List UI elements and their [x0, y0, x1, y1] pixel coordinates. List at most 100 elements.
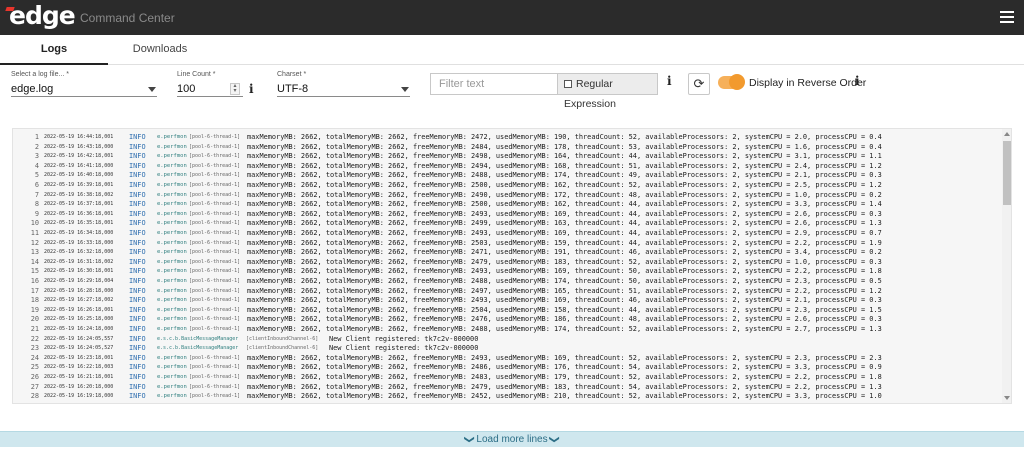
log-timestamp: 2022-05-19 16:34:18,000 [44, 230, 114, 236]
log-line-number: 7 [34, 190, 39, 199]
log-thread: [pool-6-thread-1] [189, 306, 241, 313]
log-thread: [pool-6-thread-1] [189, 230, 241, 236]
log-thread: [pool-6-thread-1] [189, 162, 241, 169]
log-line: 19 2022-05-19 16:26:18,001 INFO e.perfmon [p… [13, 305, 1001, 315]
filter-info-icon[interactable]: i [667, 74, 672, 88]
log-level: INFO [129, 315, 146, 324]
log-thread: [pool-6-thread-1] [189, 297, 241, 304]
log-timestamp: 2022-05-19 16:26:18,001 [44, 306, 114, 313]
log-timestamp: 2022-05-19 16:32:18,000 [44, 249, 114, 256]
regex-checkbox[interactable]: Regular Expression [557, 74, 657, 110]
log-logger: e.perfmon [157, 258, 187, 265]
log-line-number: 26 [30, 373, 39, 381]
log-logger: e.perfmon [157, 134, 187, 140]
log-line: 1 2022-05-19 16:44:18,001 INFO e.perfmon [po… [13, 132, 1001, 142]
log-line: 24 2022-05-19 16:23:18,001 INFO e.perfmon [p… [13, 353, 1001, 363]
log-timestamp: 2022-05-19 16:25:18,000 [44, 316, 114, 323]
log-level: INFO [129, 161, 146, 170]
log-thread: [pool-6-thread-1] [189, 172, 241, 179]
log-message: maxMemoryMB: 2662, totalMemoryMB: 2662, … [247, 325, 882, 333]
scroll-down-icon[interactable] [1004, 396, 1010, 400]
log-line-number: 21 [30, 325, 39, 333]
log-timestamp: 2022-05-19 16:21:18,001 [44, 374, 114, 380]
log-level: INFO [129, 296, 146, 305]
log-message: New Client registered: tk7c2v-000000 [329, 344, 479, 353]
log-level: INFO [129, 305, 146, 314]
refresh-button[interactable]: ⟳ [688, 73, 710, 95]
log-line: 4 2022-05-19 16:41:18,000 INFO e.perfmon [po… [13, 161, 1001, 171]
log-timestamp: 2022-05-19 16:22:18,003 [44, 364, 114, 371]
scroll-up-icon[interactable] [1004, 132, 1010, 136]
log-level: INFO [129, 325, 146, 333]
log-message: maxMemoryMB: 2662, totalMemoryMB: 2662, … [247, 392, 882, 401]
log-thread: [pool-6-thread-1] [189, 268, 241, 275]
log-line-number: 28 [30, 392, 39, 401]
log-logger: e.perfmon [157, 268, 187, 275]
log-level: INFO [129, 238, 146, 247]
log-timestamp: 2022-05-19 16:41:18,000 [44, 162, 114, 169]
log-level: INFO [129, 142, 146, 151]
log-line-number: 10 [30, 219, 39, 228]
log-timestamp: 2022-05-19 16:24:05,527 [44, 345, 114, 352]
log-logger: e.perfmon [157, 172, 187, 179]
log-level: INFO [129, 209, 146, 218]
logo-text: edge [9, 1, 76, 30]
hamburger-menu-icon[interactable] [1000, 11, 1014, 23]
checkbox-icon [564, 80, 572, 88]
log-file-select[interactable]: Select a log file... * edge.log [11, 71, 157, 97]
log-line: 26 2022-05-19 16:21:18,001 INFO e.perfmon [p… [13, 372, 1001, 382]
log-message: maxMemoryMB: 2662, totalMemoryMB: 2662, … [247, 363, 882, 372]
log-line: 12 2022-05-19 16:33:18,000 INFO e.perfmon [p… [13, 238, 1001, 248]
log-message: maxMemoryMB: 2662, totalMemoryMB: 2662, … [247, 133, 882, 141]
app-title: Command Center [80, 11, 175, 25]
log-line: 17 2022-05-19 16:28:18,000 INFO e.perfmon [p… [13, 286, 1001, 296]
log-level: INFO [129, 267, 146, 276]
log-logger: e.perfmon [157, 210, 187, 217]
load-more-button[interactable]: ❯ Load more lines ❯ [0, 431, 1024, 447]
log-line-number: 14 [30, 257, 39, 266]
charset-select[interactable]: Charset * UTF-8 [277, 71, 410, 97]
log-line: 6 2022-05-19 16:39:18,001 INFO e.perfmon [po… [13, 180, 1001, 190]
log-line: 8 2022-05-19 16:37:18,001 INFO e.perfmon [po… [13, 199, 1001, 209]
line-count-stepper[interactable]: ▴ ▾ [230, 83, 240, 95]
tab-logs[interactable]: Logs [0, 35, 108, 65]
log-logger: e.s.c.b.BasicMessageManager [157, 345, 239, 352]
log-thread: [pool-6-thread-1] [189, 258, 241, 265]
log-message: maxMemoryMB: 2662, totalMemoryMB: 2662, … [247, 238, 882, 247]
log-level: INFO [129, 373, 146, 381]
vertical-scrollbar[interactable] [1002, 129, 1011, 403]
log-thread: [pool-6-thread-1] [189, 249, 241, 256]
log-logger: e.perfmon [157, 326, 187, 332]
log-timestamp: 2022-05-19 16:38:18,002 [44, 191, 114, 198]
reverse-order-info-icon[interactable]: i [855, 74, 860, 88]
log-message: maxMemoryMB: 2662, totalMemoryMB: 2662, … [247, 382, 882, 391]
log-viewer[interactable]: 1 2022-05-19 16:44:18,001 INFO e.perfmon [po… [12, 128, 1012, 404]
scrollbar-thumb[interactable] [1003, 141, 1011, 205]
log-thread: [pool-6-thread-1] [189, 287, 241, 294]
filter-input[interactable] [431, 74, 557, 94]
load-more-label: Load more lines [476, 434, 548, 445]
log-line: 5 2022-05-19 16:40:18,000 INFO e.perfmon [po… [13, 170, 1001, 180]
log-line-number: 19 [30, 305, 39, 314]
log-level: INFO [129, 152, 146, 161]
log-timestamp: 2022-05-19 16:24:05,557 [44, 335, 114, 342]
log-level: INFO [129, 353, 146, 362]
log-line-number: 12 [30, 238, 39, 247]
log-logger: e.perfmon [157, 393, 187, 400]
log-level: INFO [129, 219, 146, 228]
log-level: INFO [129, 229, 146, 237]
top-bar: edge Command Center [0, 0, 1024, 35]
reverse-order-toggle[interactable] [718, 74, 745, 90]
log-line-number: 17 [30, 286, 39, 295]
log-message: maxMemoryMB: 2662, totalMemoryMB: 2662, … [247, 267, 882, 276]
line-count-info-icon[interactable]: i [249, 82, 254, 96]
log-message: maxMemoryMB: 2662, totalMemoryMB: 2662, … [247, 219, 882, 228]
tab-downloads[interactable]: Downloads [108, 35, 212, 65]
log-timestamp: 2022-05-19 16:31:18,002 [44, 258, 114, 265]
log-message: maxMemoryMB: 2662, totalMemoryMB: 2662, … [247, 200, 882, 209]
log-message: maxMemoryMB: 2662, totalMemoryMB: 2662, … [247, 190, 882, 199]
log-thread: [pool-6-thread-1] [189, 326, 241, 332]
charset-value: UTF-8 [277, 83, 309, 95]
log-level: INFO [129, 181, 146, 189]
log-thread: [pool-6-thread-1] [189, 278, 241, 284]
